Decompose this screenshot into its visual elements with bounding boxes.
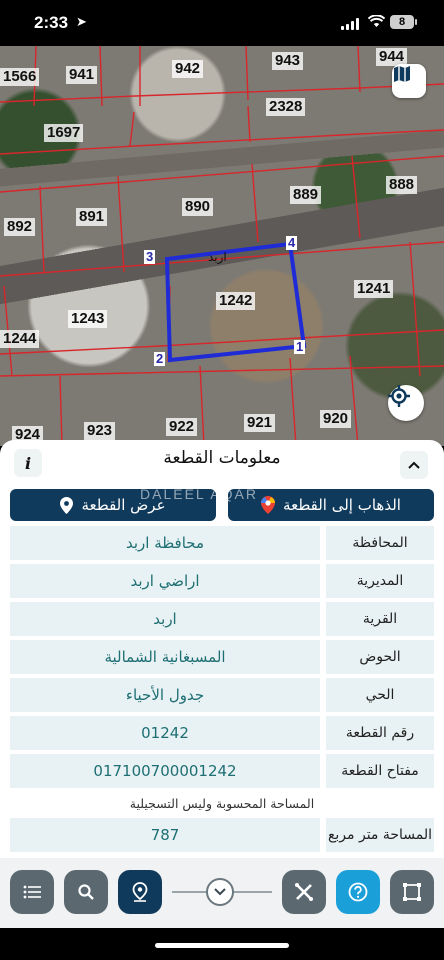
info-value: اراضي اربد <box>10 564 320 598</box>
info-label: المديرية <box>326 564 434 598</box>
location-pin-icon <box>132 882 148 902</box>
search-button[interactable] <box>64 870 108 914</box>
corner-marker: 3 <box>144 249 156 264</box>
location-arrow-icon: ➤ <box>76 15 87 30</box>
area-note: المساحة المحسوبة وليس التسجيلية <box>129 796 315 811</box>
my-plot-button[interactable] <box>118 870 162 914</box>
go-to-plot-button[interactable]: الذهاب إلى القطعة <box>228 489 434 521</box>
info-row-village: اربد القرية <box>10 602 434 636</box>
plot-label[interactable]: 943 <box>272 52 304 70</box>
clock: 2:33 <box>34 13 69 32</box>
google-maps-pin-icon <box>261 496 276 514</box>
info-row-neighborhood: جدول الأحياء الحي <box>10 678 434 712</box>
plot-label[interactable]: 1242 <box>216 292 256 310</box>
info-row-area: 787 المساحة متر مربع <box>10 818 434 852</box>
watermark: DALEEL AQAR <box>140 486 258 502</box>
info-value: المسبغانية الشمالية <box>10 640 320 674</box>
info-value: اربد <box>10 602 320 636</box>
info-value: 01242 <box>10 716 320 750</box>
crosshair-icon <box>388 385 410 407</box>
info-label: مفتاح القطعة <box>326 754 434 788</box>
info-label: القرية <box>326 602 434 636</box>
info-label: رقم القطعة <box>326 716 434 750</box>
measure-button[interactable] <box>282 870 326 914</box>
panel-toggle-knob[interactable] <box>206 878 234 906</box>
chevron-down-icon <box>214 888 226 896</box>
plot-label[interactable]: 1244 <box>0 330 40 348</box>
info-row-directorate: اراضي اربد المديرية <box>10 564 434 598</box>
bottom-toolbar <box>0 858 444 928</box>
plot-label[interactable]: 890 <box>182 198 214 216</box>
plot-label[interactable]: 923 <box>84 422 116 440</box>
info-value: 017100700001242 <box>10 754 320 788</box>
panel-header: i معلومات القطعة <box>0 440 444 480</box>
plot-label[interactable]: 1566 <box>0 68 40 86</box>
plot-label[interactable]: 891 <box>76 208 108 226</box>
plot-label[interactable]: 889 <box>290 186 322 204</box>
measure-icon <box>295 883 313 901</box>
info-row-governorate: محافظة اربد المحافظة <box>10 526 434 560</box>
map-view[interactable]: 1566 941 942 943 944 2328 1697 890 889 8… <box>0 46 444 446</box>
info-label: المحافظة <box>326 526 434 560</box>
info-row-plot-key: 017100700001242 مفتاح القطعة <box>10 754 434 788</box>
my-location-button[interactable] <box>388 385 424 421</box>
info-label: الحوض <box>326 640 434 674</box>
corner-marker: 2 <box>154 351 166 366</box>
list-icon <box>23 885 41 899</box>
plot-label[interactable]: 921 <box>244 414 276 432</box>
help-icon <box>348 882 368 902</box>
draw-polygon-button[interactable] <box>390 870 434 914</box>
plot-label[interactable]: 922 <box>166 418 198 436</box>
chevron-up-icon <box>408 461 420 469</box>
list-button[interactable] <box>10 870 54 914</box>
info-value: جدول الأحياء <box>10 678 320 712</box>
collapse-panel-button[interactable] <box>400 451 428 479</box>
home-indicator[interactable] <box>155 943 289 948</box>
plot-label[interactable]: 920 <box>320 410 352 428</box>
polygon-icon <box>403 883 421 901</box>
panel-title: معلومات القطعة <box>163 448 281 468</box>
plot-label[interactable]: 2328 <box>266 98 306 116</box>
signal-icon <box>341 18 361 30</box>
plot-label[interactable]: 1697 <box>44 124 84 142</box>
plot-label[interactable]: 888 <box>386 176 418 194</box>
info-label: المساحة متر مربع <box>326 818 434 852</box>
corner-marker: 1 <box>294 339 306 354</box>
info-value: محافظة اربد <box>10 526 320 560</box>
map-icon <box>394 66 410 82</box>
village-tag: اربد <box>208 250 227 264</box>
map-layers-button[interactable] <box>392 64 426 98</box>
info-label: الحي <box>326 678 434 712</box>
help-button[interactable] <box>336 870 380 914</box>
plot-label[interactable]: 1243 <box>68 310 108 328</box>
location-pin-icon <box>60 496 74 514</box>
plot-label[interactable]: 892 <box>4 218 36 236</box>
plot-label[interactable]: 942 <box>172 60 204 78</box>
search-icon <box>78 884 94 900</box>
info-row-basin: المسبغانية الشمالية الحوض <box>10 640 434 674</box>
plot-label[interactable]: 1241 <box>354 280 394 298</box>
wifi-icon <box>367 14 386 32</box>
info-value: 787 <box>10 818 320 852</box>
info-row-plot-number: 01242 رقم القطعة <box>10 716 434 750</box>
parcel-lines <box>0 46 444 446</box>
status-bar: 2:33 ➤ 8 <box>0 0 444 46</box>
corner-marker: 4 <box>286 235 298 250</box>
go-to-plot-label: الذهاب إلى القطعة <box>283 496 401 514</box>
battery-icon: 8 <box>390 15 417 29</box>
plot-label[interactable]: 941 <box>66 66 98 84</box>
